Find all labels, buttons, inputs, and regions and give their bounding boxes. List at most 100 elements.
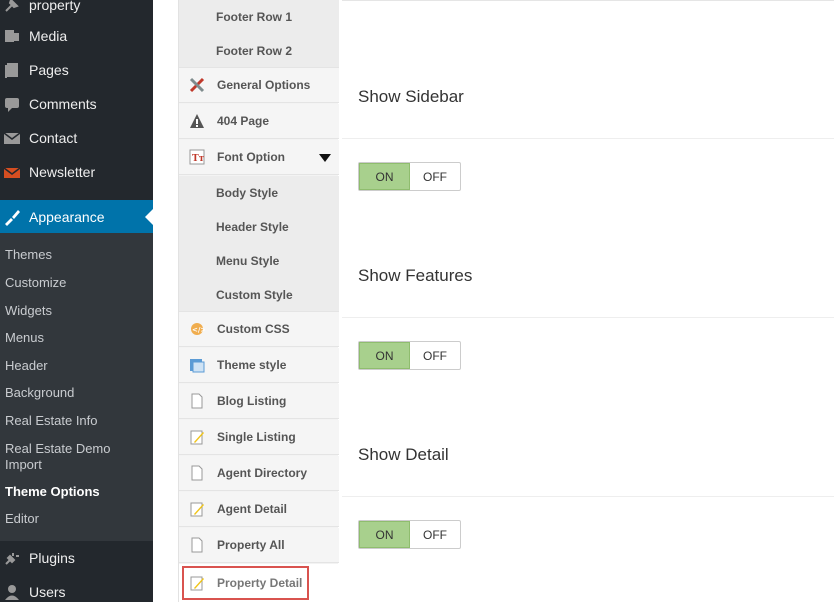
menu-label: Users	[29, 584, 66, 600]
media-icon	[3, 27, 21, 45]
toggle-off-button[interactable]: OFF	[410, 521, 460, 548]
show-features-toggle[interactable]: ON OFF	[358, 341, 461, 370]
menu-label: Plugins	[29, 550, 75, 566]
nav-label: Custom CSS	[217, 322, 290, 336]
toggle-on-button[interactable]: ON	[359, 342, 410, 369]
submenu-item-themes[interactable]: Themes	[5, 247, 145, 263]
show-sidebar-toggle[interactable]: ON OFF	[358, 162, 461, 191]
menu-label: property	[29, 0, 81, 13]
edit-page-icon	[189, 429, 205, 445]
comments-icon	[3, 95, 21, 113]
submenu-item-background[interactable]: Background	[5, 385, 145, 401]
menu-item-contact[interactable]: Contact	[0, 121, 153, 155]
nav-item-menu-style[interactable]: Menu Style	[179, 244, 339, 278]
nav-item-custom-style[interactable]: Custom Style	[179, 278, 339, 312]
nav-label: Footer Row 1	[216, 10, 293, 24]
submenu-item-widgets[interactable]: Widgets	[5, 303, 145, 319]
divider	[342, 317, 834, 318]
nav-label: Property All	[217, 538, 285, 552]
divider	[342, 496, 834, 497]
menu-item-comments[interactable]: Comments	[0, 87, 153, 121]
mail-icon	[3, 129, 21, 147]
nav-item-custom-css[interactable]: </> Custom CSS	[179, 312, 339, 347]
nav-item-theme-style[interactable]: Theme style	[179, 348, 339, 383]
nav-item-body-style[interactable]: Body Style	[179, 176, 339, 210]
submenu-item-real-estate-info[interactable]: Real Estate Info	[5, 413, 145, 429]
toggle-off-button[interactable]: OFF	[410, 163, 460, 190]
options-nav: Footer Row 1 Footer Row 2 General Option…	[178, 0, 339, 602]
menu-item-plugins[interactable]: Plugins	[0, 541, 153, 575]
admin-sidebar: property Media Pages Comments Contact Ne…	[0, 0, 153, 602]
submenu-item-menus[interactable]: Menus	[5, 330, 145, 346]
nav-item-footer-row-2[interactable]: Footer Row 2	[179, 34, 339, 68]
nav-label: Agent Detail	[217, 502, 288, 516]
appearance-submenu: Themes Customize Widgets Menus Header Ba…	[0, 233, 153, 541]
submenu-item-editor[interactable]: Editor	[5, 511, 145, 527]
theme-style-icon	[189, 357, 205, 373]
menu-label: Contact	[29, 130, 78, 146]
svg-text:</>: </>	[192, 326, 205, 334]
submenu-item-theme-options[interactable]: Theme Options	[5, 484, 145, 500]
css-icon: </>	[189, 321, 205, 337]
menu-item-pages[interactable]: Pages	[0, 53, 153, 87]
caret-down-icon[interactable]	[319, 154, 331, 162]
submenu-item-customize[interactable]: Customize	[5, 275, 145, 291]
menu-label: Comments	[29, 96, 97, 112]
toggle-on-button[interactable]: ON	[359, 521, 410, 548]
nav-item-single-listing[interactable]: Single Listing	[179, 420, 339, 455]
pages-icon	[3, 61, 21, 79]
nav-item-header-style[interactable]: Header Style	[179, 210, 339, 244]
nav-label: Agent Directory	[217, 466, 308, 480]
menu-label: Newsletter	[29, 164, 96, 180]
user-icon	[3, 583, 21, 601]
divider	[342, 138, 834, 139]
menu-item-appearance[interactable]: Appearance	[0, 200, 153, 234]
nav-item-blog-listing[interactable]: Blog Listing	[179, 384, 339, 419]
warning-icon	[189, 113, 205, 129]
newsletter-icon	[3, 163, 21, 181]
toggle-off-button[interactable]: OFF	[410, 342, 460, 369]
nav-label: Header Style	[216, 220, 289, 234]
menu-label: Pages	[29, 62, 69, 78]
page-icon	[189, 465, 205, 481]
nav-item-font-option[interactable]: Tт Font Option	[179, 140, 339, 175]
font-icon: Tт	[189, 149, 205, 165]
page-icon	[189, 537, 205, 553]
nav-item-property-all[interactable]: Property All	[179, 528, 339, 563]
page-icon	[189, 393, 205, 409]
show-features-title: Show Features	[358, 266, 473, 285]
paintbrush-icon	[3, 208, 21, 226]
nav-item-agent-directory[interactable]: Agent Directory	[179, 456, 339, 491]
edit-page-icon	[189, 501, 205, 517]
nav-label: Theme style	[217, 358, 287, 372]
nav-label: General Options	[217, 78, 311, 92]
nav-label: Custom Style	[216, 287, 293, 302]
highlight-box	[182, 566, 309, 600]
show-sidebar-title: Show Sidebar	[358, 87, 464, 106]
menu-item-media[interactable]: Media	[0, 19, 153, 53]
nav-item-footer-row-1[interactable]: Footer Row 1	[179, 0, 339, 34]
toggle-on-button[interactable]: ON	[359, 163, 410, 190]
nav-item-general-options[interactable]: General Options	[179, 68, 339, 103]
nav-label: Menu Style	[216, 254, 280, 268]
nav-label: Blog Listing	[217, 394, 287, 408]
show-detail-toggle[interactable]: ON OFF	[358, 520, 461, 549]
divider	[342, 0, 834, 1]
nav-item-404-page[interactable]: 404 Page	[179, 104, 339, 139]
tools-icon	[189, 77, 205, 93]
nav-label: Font Option	[217, 150, 285, 164]
nav-label: 404 Page	[217, 114, 270, 128]
nav-label: Body Style	[216, 186, 279, 200]
svg-text:Tт: Tт	[192, 154, 205, 164]
submenu-item-real-estate-demo-import[interactable]: Real Estate Demo Import	[5, 441, 125, 473]
nav-item-agent-detail[interactable]: Agent Detail	[179, 492, 339, 527]
plugin-icon	[3, 549, 21, 567]
show-detail-title: Show Detail	[358, 445, 449, 464]
menu-item-users[interactable]: Users	[0, 575, 153, 602]
menu-item-newsletter[interactable]: Newsletter	[0, 155, 153, 189]
nav-label: Single Listing	[217, 430, 296, 444]
submenu-item-header[interactable]: Header	[5, 358, 145, 374]
menu-label: Appearance	[29, 209, 105, 225]
pin-icon	[3, 0, 21, 14]
nav-label: Footer Row 2	[216, 43, 293, 58]
